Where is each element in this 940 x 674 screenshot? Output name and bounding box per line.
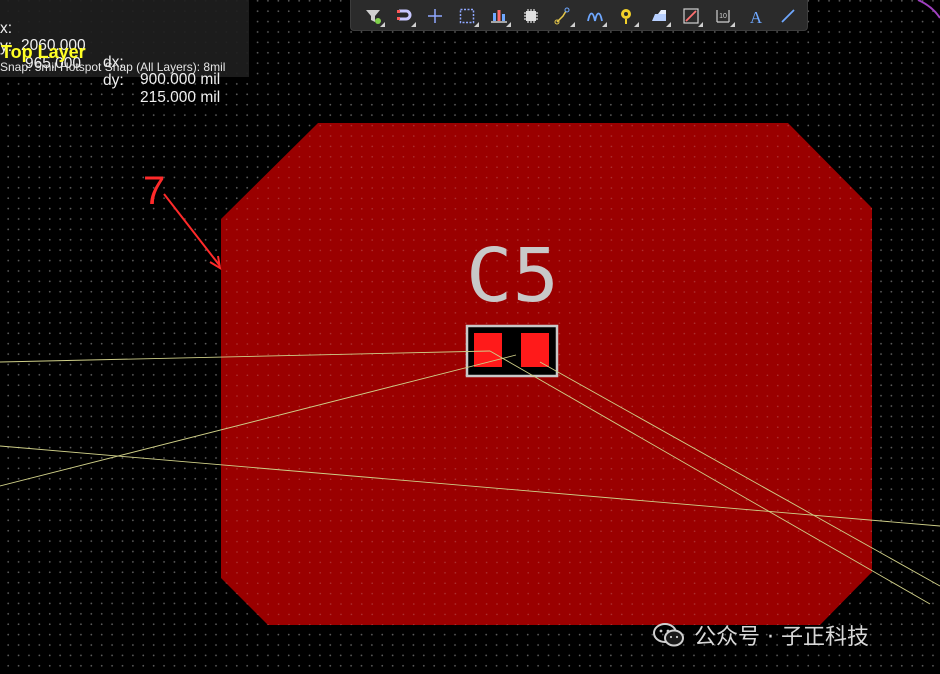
- svg-text:A: A: [750, 8, 763, 25]
- line-icon: [781, 9, 795, 23]
- component-icon: [524, 9, 538, 23]
- svg-text:10: 10: [719, 13, 727, 20]
- route-button[interactable]: [551, 4, 575, 28]
- annotation-arrow: [163, 193, 222, 270]
- pad-2[interactable]: [521, 333, 549, 367]
- add-button[interactable]: [423, 4, 447, 28]
- watermark-text: 公众号 · 子正科技: [694, 625, 869, 650]
- snap-button[interactable]: [392, 4, 416, 28]
- annotation-label: 7: [143, 169, 165, 213]
- snap-settings: Snap: 5mil Hotspot Snap (All Layers): 8m…: [0, 60, 226, 74]
- add-icon: [428, 9, 442, 23]
- board-outline-arc: [917, 0, 940, 19]
- region-button[interactable]: [679, 4, 703, 28]
- filter-button[interactable]: [361, 4, 385, 28]
- select-button[interactable]: [455, 4, 479, 28]
- component-designator: C5: [466, 233, 559, 319]
- dimension-button[interactable]: 10: [711, 4, 735, 28]
- interactive-routing-button[interactable]: [583, 4, 607, 28]
- watermark: 公众号 · 子正科技: [652, 620, 869, 650]
- active-bar-toolbar: 10 A: [350, 0, 808, 31]
- coordinate-hud: x: 2060.000 dx: 900.000 mil y: 965.000 d…: [0, 0, 249, 106]
- dy-label: dy:: [103, 72, 124, 89]
- polygon-pour-button[interactable]: [647, 4, 671, 28]
- place-via-button[interactable]: [615, 4, 639, 28]
- current-layer: Top Layer: [1, 42, 86, 62]
- text-icon: A: [750, 8, 763, 25]
- wechat-icon: [653, 623, 684, 647]
- place-component-button[interactable]: [519, 4, 543, 28]
- place-line-button[interactable]: [776, 4, 800, 28]
- align-button[interactable]: [487, 4, 511, 28]
- place-text-button[interactable]: A: [744, 4, 768, 28]
- dy-value: 215.000 mil: [140, 89, 221, 106]
